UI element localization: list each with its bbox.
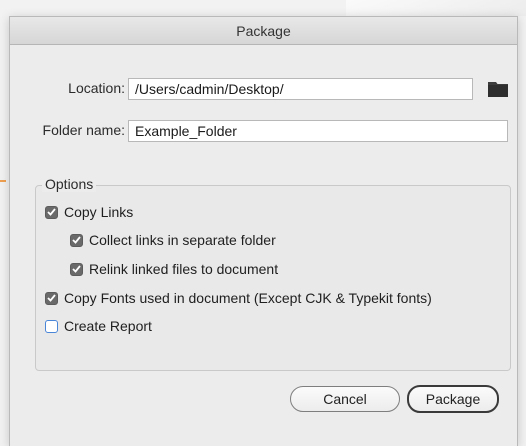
package-dialog: Package Location: Folder name: Options C… xyxy=(9,16,518,446)
checkbox-empty-icon[interactable] xyxy=(45,319,58,333)
background-accent-mark xyxy=(0,180,6,182)
location-label: Location: xyxy=(68,80,125,96)
copy-links-label: Copy Links xyxy=(64,204,134,220)
dialog-title: Package xyxy=(10,17,517,45)
options-group-title: Options xyxy=(42,176,97,192)
copy-links-checkbox[interactable]: Copy Links xyxy=(45,203,133,221)
folder-icon[interactable] xyxy=(488,81,508,97)
relink-files-label: Relink linked files to document xyxy=(89,261,279,277)
background-edge xyxy=(346,0,526,16)
create-report-label: Create Report xyxy=(64,318,152,334)
cancel-button[interactable]: Cancel xyxy=(290,386,400,412)
folder-name-input[interactable] xyxy=(128,120,508,142)
collect-links-label: Collect links in separate folder xyxy=(89,232,276,248)
copy-fonts-label: Copy Fonts used in document (Except CJK … xyxy=(64,290,432,306)
folder-name-label: Folder name: xyxy=(42,122,125,138)
create-report-checkbox[interactable]: Create Report xyxy=(45,317,152,335)
copy-fonts-checkbox[interactable]: Copy Fonts used in document (Except CJK … xyxy=(45,289,432,307)
checkmark-icon[interactable] xyxy=(70,262,83,276)
package-button[interactable]: Package xyxy=(407,385,499,413)
location-input[interactable] xyxy=(128,78,473,100)
checkmark-icon[interactable] xyxy=(45,205,58,219)
relink-files-checkbox[interactable]: Relink linked files to document xyxy=(70,260,278,278)
collect-links-checkbox[interactable]: Collect links in separate folder xyxy=(70,231,276,249)
screen: Package Location: Folder name: Options C… xyxy=(0,0,526,446)
checkmark-icon[interactable] xyxy=(45,291,58,305)
checkmark-icon[interactable] xyxy=(70,233,83,247)
